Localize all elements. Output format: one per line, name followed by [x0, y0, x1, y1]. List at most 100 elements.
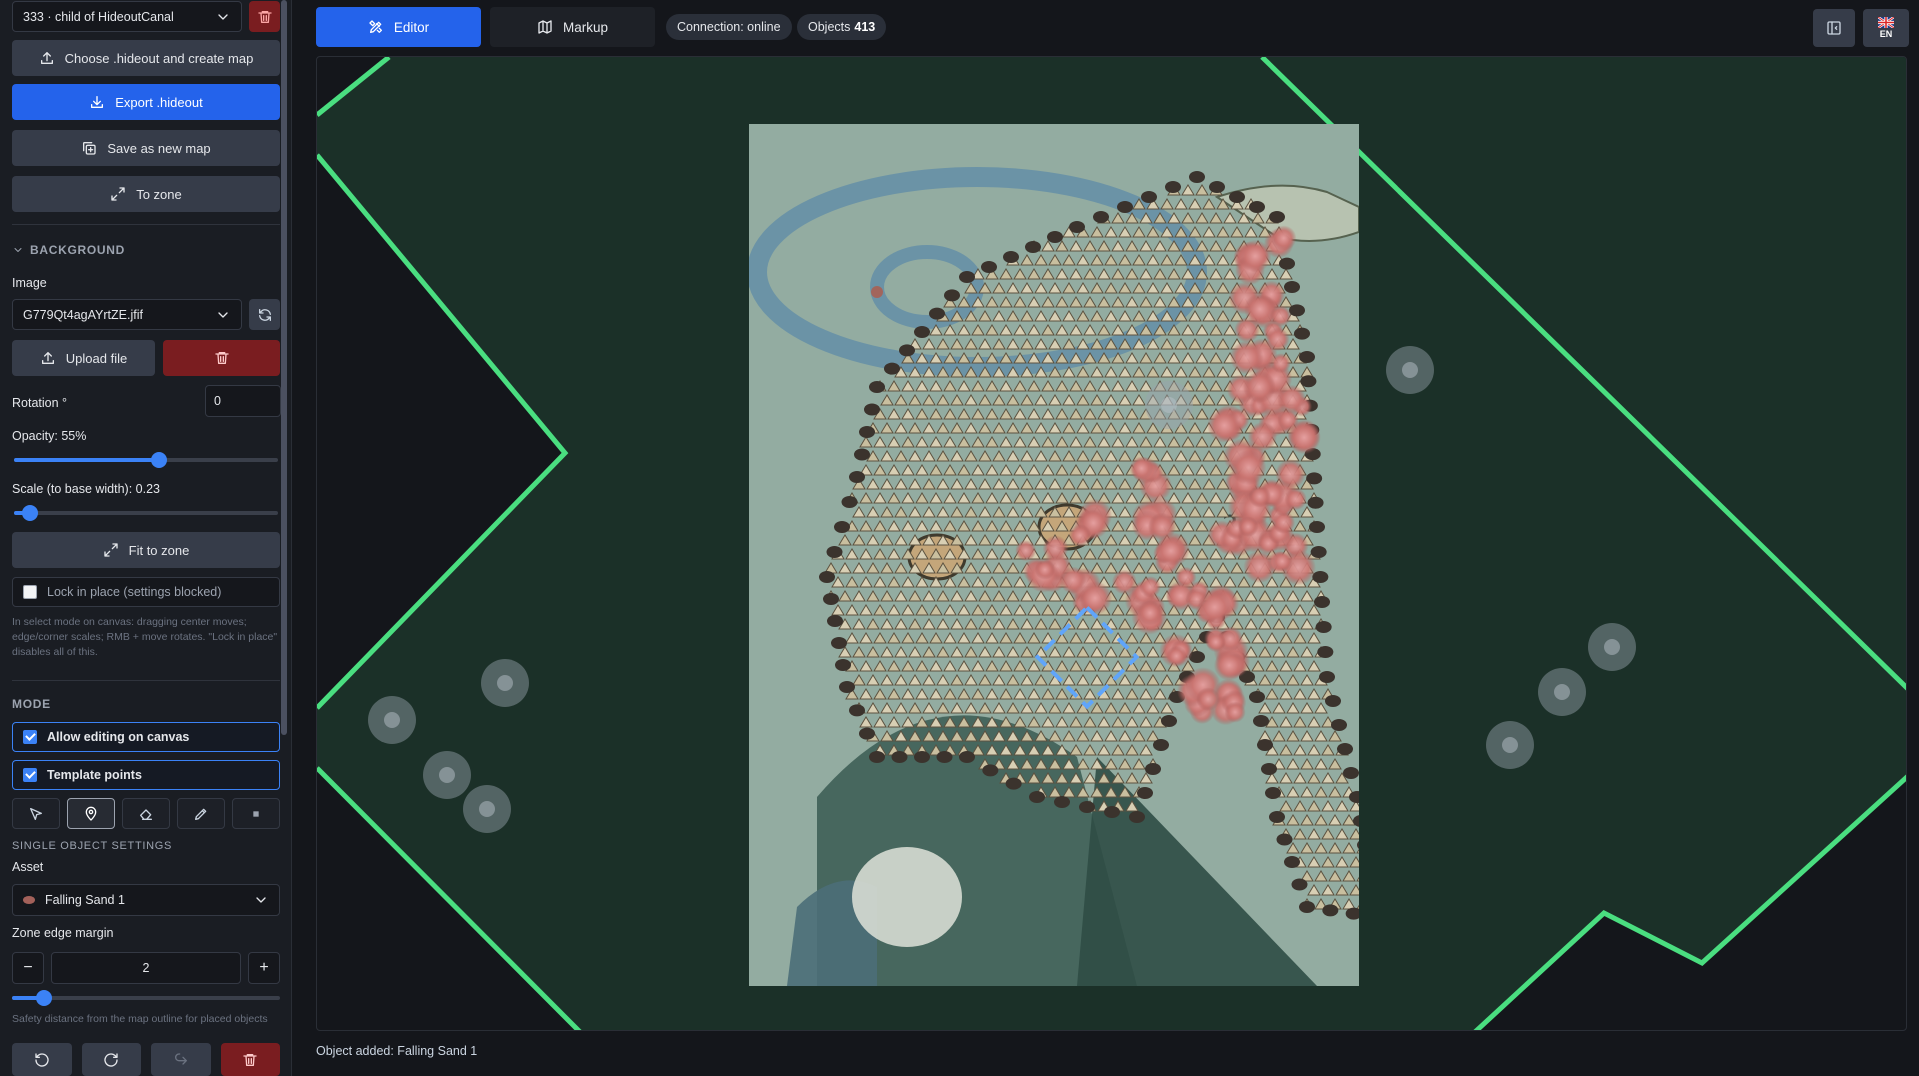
edge-stone-object — [869, 751, 885, 763]
edge-stone-object — [1307, 496, 1324, 509]
forward-button[interactable] — [151, 1043, 211, 1076]
edge-stone-object — [944, 289, 960, 302]
edge-stone-object — [1249, 201, 1265, 213]
trash-icon — [214, 350, 230, 366]
map-pin-icon — [83, 806, 99, 822]
delete-image-button[interactable] — [163, 340, 280, 376]
edge-stone-object — [1319, 671, 1335, 683]
tool-eraser[interactable] — [122, 798, 170, 829]
pink-blob-object — [1139, 576, 1161, 598]
sidebar-scrollbar[interactable] — [281, 0, 287, 1076]
minus-icon: − — [23, 959, 33, 976]
edge-stone-object — [1315, 621, 1332, 633]
upload-file-label: Upload file — [65, 350, 128, 366]
plus-icon: + — [259, 959, 269, 976]
edge-stone-object — [1069, 221, 1085, 233]
clear-button[interactable] — [220, 1043, 280, 1076]
template-point-center — [1554, 684, 1570, 700]
template-point-center — [1161, 397, 1177, 413]
tab-markup[interactable]: Markup — [490, 7, 655, 47]
edge-stone-object — [839, 681, 855, 693]
margin-slider[interactable] — [12, 990, 280, 1006]
pink-blob-object — [1042, 535, 1069, 562]
edge-stone-object — [1249, 691, 1265, 703]
to-zone-label: To zone — [136, 186, 182, 202]
pink-blob-object — [1287, 420, 1321, 455]
refresh-image-button[interactable] — [249, 299, 280, 330]
template-points-checkbox[interactable]: Template points — [12, 760, 280, 790]
scale-slider[interactable] — [14, 505, 278, 521]
tool-pen[interactable] — [177, 798, 225, 829]
chevron-down-icon — [215, 9, 231, 25]
choose-hideout-button[interactable]: Choose .hideout and create map — [12, 40, 280, 76]
opacity-slider[interactable] — [14, 452, 278, 468]
edge-stone-object — [1331, 719, 1347, 731]
edge-stone-object — [854, 448, 870, 461]
edge-stone-object — [859, 727, 875, 740]
upload-file-button[interactable]: Upload file — [12, 340, 155, 376]
pink-blob-object — [1155, 535, 1186, 566]
checkbox-box[interactable] — [23, 585, 37, 599]
slider-knob[interactable] — [151, 452, 168, 468]
scrollbar-thumb[interactable] — [281, 0, 287, 735]
margin-decrement-button[interactable]: − — [12, 952, 44, 984]
slider-track — [12, 996, 280, 1000]
margin-increment-button[interactable]: + — [248, 952, 280, 984]
background-section-toggle[interactable]: BACKGROUND — [12, 243, 125, 257]
mode-section-title: MODE — [12, 697, 51, 711]
slider-fill — [14, 458, 160, 462]
expand-icon — [103, 542, 119, 558]
map-canvas[interactable]: ? — [316, 56, 1907, 1031]
redo-arrow-icon — [173, 1052, 189, 1068]
tab-editor[interactable]: Editor — [316, 7, 481, 47]
status-bar-text: Object added: Falling Sand 1 — [316, 1044, 478, 1058]
edge-stone-object — [1161, 715, 1177, 727]
edge-stone-object — [1279, 257, 1295, 270]
template-point-center — [497, 675, 513, 691]
margin-input[interactable]: 2 — [51, 952, 241, 984]
background-section-title: BACKGROUND — [30, 243, 125, 257]
pink-blob-object — [1284, 487, 1307, 511]
sidebar: 333 · child of HideoutCanal Choose .hide… — [0, 0, 292, 1076]
checkbox-box[interactable] — [23, 768, 37, 782]
edge-stone-object — [1257, 739, 1273, 751]
slider-knob[interactable] — [21, 505, 38, 521]
edge-stone-object — [1253, 715, 1269, 727]
pink-blob-object — [1271, 551, 1293, 572]
rotation-input[interactable]: 0 — [205, 385, 281, 417]
pink-blob-object — [1196, 687, 1220, 712]
tool-select[interactable] — [12, 798, 60, 829]
fit-to-zone-button[interactable]: Fit to zone — [12, 532, 280, 568]
tool-place-point[interactable] — [67, 798, 115, 829]
edge-stone-object — [849, 471, 865, 483]
app-root: 333 · child of HideoutCanal Choose .hide… — [0, 0, 1919, 1076]
redo-button[interactable] — [81, 1043, 141, 1076]
pink-blob-object — [1265, 327, 1290, 352]
delete-map-button[interactable] — [249, 1, 280, 32]
lock-in-place-checkbox[interactable]: Lock in place (settings blocked) — [12, 577, 280, 607]
map-select[interactable]: 333 · child of HideoutCanal — [12, 1, 242, 32]
toggle-sidebar-button[interactable] — [1813, 9, 1855, 47]
slider-knob[interactable] — [36, 990, 53, 1006]
edge-stone-object — [1117, 201, 1133, 213]
pink-blob-object — [1207, 408, 1242, 443]
save-as-new-map-button[interactable]: Save as new map — [12, 130, 280, 166]
image-select-value: G779Qt4agAYrtZE.jfif — [23, 307, 143, 322]
edge-stone-object — [1005, 777, 1022, 790]
image-select[interactable]: G779Qt4agAYrtZE.jfif — [12, 299, 242, 330]
canvas-svg[interactable]: ? — [317, 57, 1907, 1031]
template-point-center — [439, 767, 455, 783]
map-icon — [537, 19, 553, 35]
asset-select[interactable]: Falling Sand 1 — [12, 884, 280, 916]
undo-button[interactable] — [12, 1043, 72, 1076]
edge-stone-object — [1054, 796, 1070, 808]
tool-area[interactable] — [232, 798, 280, 829]
allow-editing-checkbox[interactable]: Allow editing on canvas — [12, 722, 280, 752]
pointer-icon — [28, 806, 44, 822]
to-zone-button[interactable]: To zone — [12, 176, 280, 212]
edge-stone-object — [1325, 695, 1341, 707]
edge-stone-object — [869, 381, 885, 393]
language-button[interactable]: EN — [1863, 9, 1909, 47]
checkbox-box[interactable] — [23, 730, 37, 744]
export-hideout-button[interactable]: Export .hideout — [12, 84, 280, 120]
